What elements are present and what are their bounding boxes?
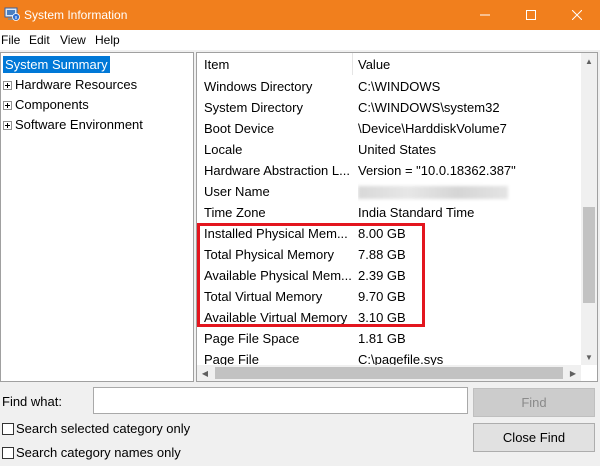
horizontal-scroll-thumb[interactable] (215, 367, 563, 379)
category-tree[interactable]: System Summary Hardware Resources Compon… (0, 52, 194, 382)
column-header-value[interactable]: Value (358, 57, 390, 72)
minimize-button[interactable] (462, 0, 508, 30)
row-value: 2.39 GB (358, 268, 406, 283)
row-value: 3.10 GB (358, 310, 406, 325)
search-selected-category-checkbox[interactable]: Search selected category only (2, 421, 190, 436)
redacted-value (358, 186, 508, 200)
tree-item-software-environment[interactable]: Software Environment (3, 115, 143, 135)
checkbox-label: Search selected category only (16, 421, 191, 436)
row-item: Windows Directory (204, 79, 313, 94)
close-find-button[interactable]: Close Find (473, 423, 595, 452)
table-row[interactable]: Installed Physical Mem... 8.00 GB (197, 223, 581, 244)
maximize-button[interactable] (508, 0, 554, 30)
table-row[interactable]: Hardware Abstraction L... Version = "10.0… (197, 160, 581, 181)
row-item: Total Physical Memory (204, 247, 335, 262)
find-what-input[interactable] (93, 387, 468, 414)
row-value: C:\WINDOWS\system32 (358, 100, 500, 115)
row-value-redacted (358, 181, 578, 202)
table-row[interactable]: Available Physical Mem... 2.39 GB (197, 265, 581, 286)
row-item: Page File Space (204, 331, 300, 346)
scroll-right-icon[interactable]: ▶ (565, 365, 581, 381)
checkbox-unchecked-icon[interactable] (2, 422, 14, 435)
list-header: Item Value (197, 53, 581, 75)
menu-bar: File Edit View Help (0, 30, 600, 50)
row-item: Hardware Abstraction L... (204, 163, 350, 178)
row-item: Locale (204, 142, 243, 157)
tree-item-label: Hardware Resources (15, 77, 138, 92)
tree-item-label: Components (15, 97, 89, 112)
row-item: Boot Device (204, 121, 275, 136)
column-header-item[interactable]: Item (204, 57, 229, 72)
tree-item-hardware-resources[interactable]: Hardware Resources (3, 75, 137, 95)
title-bar: System Information (0, 0, 600, 30)
table-row[interactable]: Time Zone India Standard Time (197, 202, 581, 223)
minimize-icon (480, 14, 490, 16)
row-item: Available Physical Mem... (204, 268, 352, 283)
tree-item-system-summary[interactable]: System Summary (3, 55, 110, 75)
row-value: 7.88 GB (358, 247, 406, 262)
row-item: Installed Physical Mem... (204, 226, 348, 241)
row-value: \Device\HarddiskVolume7 (358, 121, 507, 136)
horizontal-scrollbar[interactable]: ◀ ▶ (197, 365, 581, 381)
row-value: 9.70 GB (358, 289, 406, 304)
details-list[interactable]: Item Value Windows Directory C:\WINDOWS S… (196, 52, 598, 382)
row-item: User Name (204, 184, 270, 199)
row-item: Time Zone (204, 205, 266, 220)
vertical-scrollbar[interactable]: ▲ ▼ (581, 53, 597, 365)
tree-item-components[interactable]: Components (3, 95, 89, 115)
expand-icon[interactable] (3, 81, 12, 90)
tree-item-label: Software Environment (15, 117, 143, 132)
column-divider[interactable] (352, 53, 353, 75)
search-category-names-checkbox[interactable]: Search category names only (2, 445, 181, 460)
scroll-left-icon[interactable]: ◀ (197, 365, 213, 381)
close-icon (572, 10, 582, 20)
find-button[interactable]: Find (473, 388, 595, 417)
scroll-up-icon[interactable]: ▲ (581, 53, 597, 69)
row-item: Total Virtual Memory (204, 289, 323, 304)
table-row[interactable]: Boot Device \Device\HarddiskVolume7 (197, 118, 581, 139)
table-row[interactable]: Page File Space 1.81 GB (197, 328, 581, 349)
table-row[interactable]: System Directory C:\WINDOWS\system32 (197, 97, 581, 118)
window-title: System Information (24, 8, 128, 22)
table-row[interactable]: Total Physical Memory 7.88 GB (197, 244, 581, 265)
table-row[interactable]: Available Virtual Memory 3.10 GB (197, 307, 581, 328)
row-value: C:\WINDOWS (358, 79, 441, 94)
table-row[interactable]: Locale United States (197, 139, 581, 160)
row-item: Available Virtual Memory (204, 310, 348, 325)
close-button[interactable] (554, 0, 600, 30)
table-row[interactable]: User Name (197, 181, 581, 202)
row-value: United States (358, 142, 437, 157)
menu-file[interactable]: File (1, 33, 20, 47)
checkbox-label: Search category names only (16, 445, 181, 460)
find-what-label: Find what: (2, 394, 62, 409)
row-value: Version = "10.0.18362.387" (358, 163, 516, 178)
row-value: 1.81 GB (358, 331, 406, 346)
vertical-scroll-thumb[interactable] (583, 207, 595, 303)
row-value: 8.00 GB (358, 226, 406, 241)
menu-view[interactable]: View (60, 33, 86, 47)
table-row[interactable]: Windows Directory C:\WINDOWS (197, 76, 581, 97)
maximize-icon (526, 10, 536, 20)
menu-edit[interactable]: Edit (29, 33, 50, 47)
expand-icon[interactable] (3, 121, 12, 130)
expand-icon[interactable] (3, 101, 12, 110)
tree-item-label: System Summary (3, 56, 110, 73)
checkbox-unchecked-icon[interactable] (2, 446, 14, 459)
row-value: India Standard Time (358, 205, 475, 220)
menu-help[interactable]: Help (95, 33, 120, 47)
row-item: System Directory (204, 100, 303, 115)
table-row[interactable]: Total Virtual Memory 9.70 GB (197, 286, 581, 307)
system-information-icon (4, 7, 20, 21)
scroll-down-icon[interactable]: ▼ (581, 349, 597, 365)
